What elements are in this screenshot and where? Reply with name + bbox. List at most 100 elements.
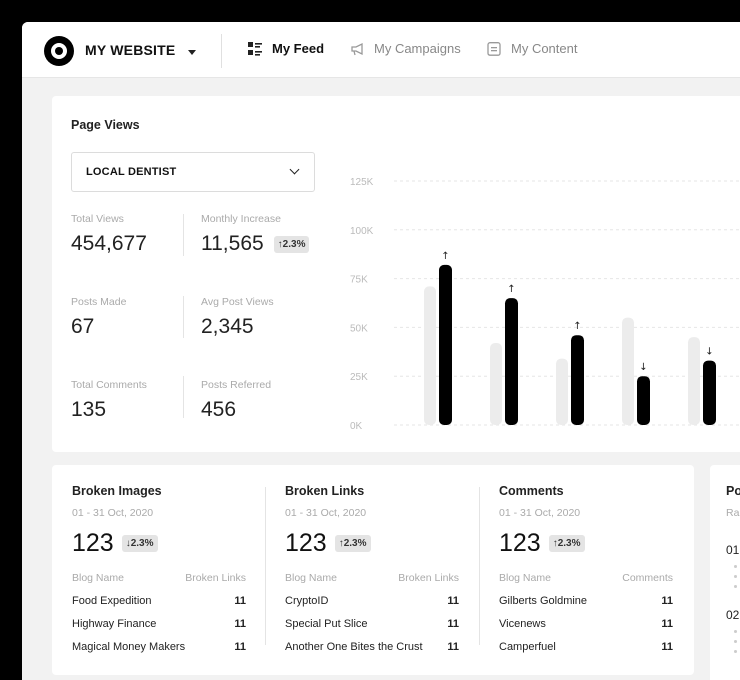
- table-row[interactable]: Food Expedition 11: [72, 595, 246, 618]
- chevron-down-icon[interactable]: [188, 50, 196, 55]
- row-name: Camperfuel: [499, 641, 556, 653]
- site-name[interactable]: MY WEBSITE: [85, 42, 175, 58]
- stat-posts-made: Posts Made 67: [71, 296, 126, 339]
- table-row[interactable]: Camperfuel 11: [499, 641, 673, 664]
- y-tick-label: 25K: [350, 372, 368, 383]
- row-name: Vicenews: [499, 618, 546, 630]
- feed-icon: [248, 41, 263, 56]
- app-window: MY WEBSITE My Feed My Campaigns My Conte…: [22, 22, 740, 680]
- trend-arrow: ↑: [441, 251, 449, 262]
- panel-subtitle: Ra: [726, 507, 740, 519]
- stat-value: 135: [71, 398, 107, 421]
- bar-secondary: [490, 343, 502, 425]
- column-header: Comments: [622, 572, 673, 584]
- nav-item-my-feed[interactable]: My Feed: [248, 41, 324, 56]
- divider: [183, 296, 184, 338]
- panel-title: Comments: [499, 484, 564, 498]
- nav-label: My Feed: [272, 41, 325, 56]
- bar-primary: [505, 298, 518, 425]
- stat-total-comments: Total Comments 135: [71, 379, 147, 422]
- stat-value: 454,677: [71, 232, 147, 255]
- table-row[interactable]: CryptoID 11: [285, 595, 459, 618]
- page-views-chart: 0K25K50K75K100K125K↑Jan↑Feb↑Mar↓Apr↓May↓…: [342, 150, 740, 440]
- table-row[interactable]: Gilberts Goldmine 11: [499, 595, 673, 618]
- divider: [221, 34, 222, 68]
- date-range: 01 - 31 Oct, 2020: [499, 507, 581, 519]
- megaphone-icon: [350, 42, 365, 56]
- panel-title: Po: [726, 484, 740, 498]
- row-count: 11: [234, 641, 246, 653]
- chart-svg: 0K25K50K75K100K125K↑Jan↑Feb↑Mar↓Apr↓May↓…: [350, 177, 740, 432]
- row-name: Food Expedition: [72, 595, 152, 607]
- trend-badge: ↑2.3%: [334, 535, 371, 552]
- y-tick-label: 0K: [350, 421, 363, 432]
- chevron-down-icon: [289, 164, 300, 175]
- stat-posts-referred: Posts Referred 456: [201, 379, 271, 422]
- y-tick-label: 125K: [350, 177, 374, 188]
- page-views-card: Page Views LOCAL DENTIST Total Views 454…: [52, 96, 740, 452]
- y-tick-label: 100K: [350, 226, 374, 237]
- select-value: LOCAL DENTIST: [86, 166, 177, 178]
- row-count: 11: [661, 618, 673, 630]
- nav-item-my-campaigns[interactable]: My Campaigns: [350, 41, 461, 56]
- row-count: 11: [661, 595, 673, 607]
- posts-ranking-card: Po Ra 01 02: [710, 465, 740, 680]
- stat-total-views: Total Views 454,677: [71, 213, 147, 256]
- stat-monthly-increase: Monthly Increase 11,565 ↑2.3%: [201, 213, 310, 256]
- row-name: Highway Finance: [72, 618, 157, 630]
- placeholder-dot: [734, 650, 737, 653]
- table-row[interactable]: Highway Finance 11: [72, 618, 246, 641]
- placeholder-dot: [734, 565, 737, 568]
- panel-title: Broken Images: [72, 484, 162, 498]
- nav-item-my-content[interactable]: My Content: [487, 41, 577, 56]
- table-row[interactable]: Special Put Slice 11: [285, 618, 459, 641]
- bar-secondary: [424, 286, 436, 425]
- row-count: 11: [447, 618, 459, 630]
- rank-number: 01: [726, 543, 740, 557]
- divider: [183, 214, 184, 256]
- bar-secondary: [556, 358, 568, 425]
- trend-arrow: ↓: [639, 362, 647, 373]
- card-title: Page Views: [71, 118, 140, 132]
- row-count: 11: [234, 595, 246, 607]
- trend-badge: ↑2.3%: [273, 235, 310, 253]
- table-row[interactable]: Another One Bites the Crust 11: [285, 641, 459, 664]
- stat-value: 67: [71, 315, 95, 338]
- top-bar: MY WEBSITE My Feed My Campaigns My Conte…: [22, 22, 740, 78]
- y-tick-label: 75K: [350, 275, 368, 286]
- column-header: Blog Name: [72, 572, 124, 584]
- stat-label: Avg Post Views: [201, 296, 274, 308]
- rank-number: 02: [726, 608, 740, 622]
- placeholder-dot: [734, 585, 737, 588]
- placeholder-dot: [734, 640, 737, 643]
- bar-primary: [439, 264, 452, 425]
- row-name: Gilberts Goldmine: [499, 595, 588, 607]
- metric-value: 123: [72, 529, 114, 557]
- stat-label: Posts Referred: [201, 379, 272, 391]
- nav-label: My Content: [511, 41, 578, 56]
- stat-value: 456: [201, 398, 237, 421]
- row-name: CryptoID: [285, 595, 329, 607]
- comments-panel: Comments 01 - 31 Oct, 2020 123 ↑2.3% Blog…: [479, 465, 693, 675]
- table-row[interactable]: Vicenews 11: [499, 618, 673, 641]
- placeholder-dot: [734, 575, 737, 578]
- trend-badge: ↑2.3%: [548, 535, 585, 552]
- stat-label: Total Comments: [71, 379, 147, 391]
- logo-icon[interactable]: [44, 36, 74, 66]
- content-icon: [487, 41, 502, 56]
- trend-arrow: ↓: [705, 347, 713, 358]
- column-header: Blog Name: [285, 572, 337, 584]
- stat-label: Total Views: [71, 213, 124, 225]
- row-count: 11: [447, 595, 459, 607]
- row-count: 11: [661, 641, 673, 653]
- placeholder-dot: [734, 630, 737, 633]
- metrics-card: Broken Images 01 - 31 Oct, 2020 123 ↓2.3%…: [52, 465, 694, 675]
- date-range: 01 - 31 Oct, 2020: [72, 507, 154, 519]
- column-header: Broken Links: [185, 572, 246, 584]
- row-count: 11: [447, 641, 459, 653]
- table-row[interactable]: Magical Money Makers 11: [72, 641, 246, 664]
- broken-images-panel: Broken Images 01 - 31 Oct, 2020 123 ↓2.3%…: [52, 465, 266, 675]
- website-select[interactable]: LOCAL DENTIST: [71, 152, 315, 192]
- row-name: Another One Bites the Crust: [285, 641, 423, 653]
- stat-value: 11,565: [201, 232, 264, 255]
